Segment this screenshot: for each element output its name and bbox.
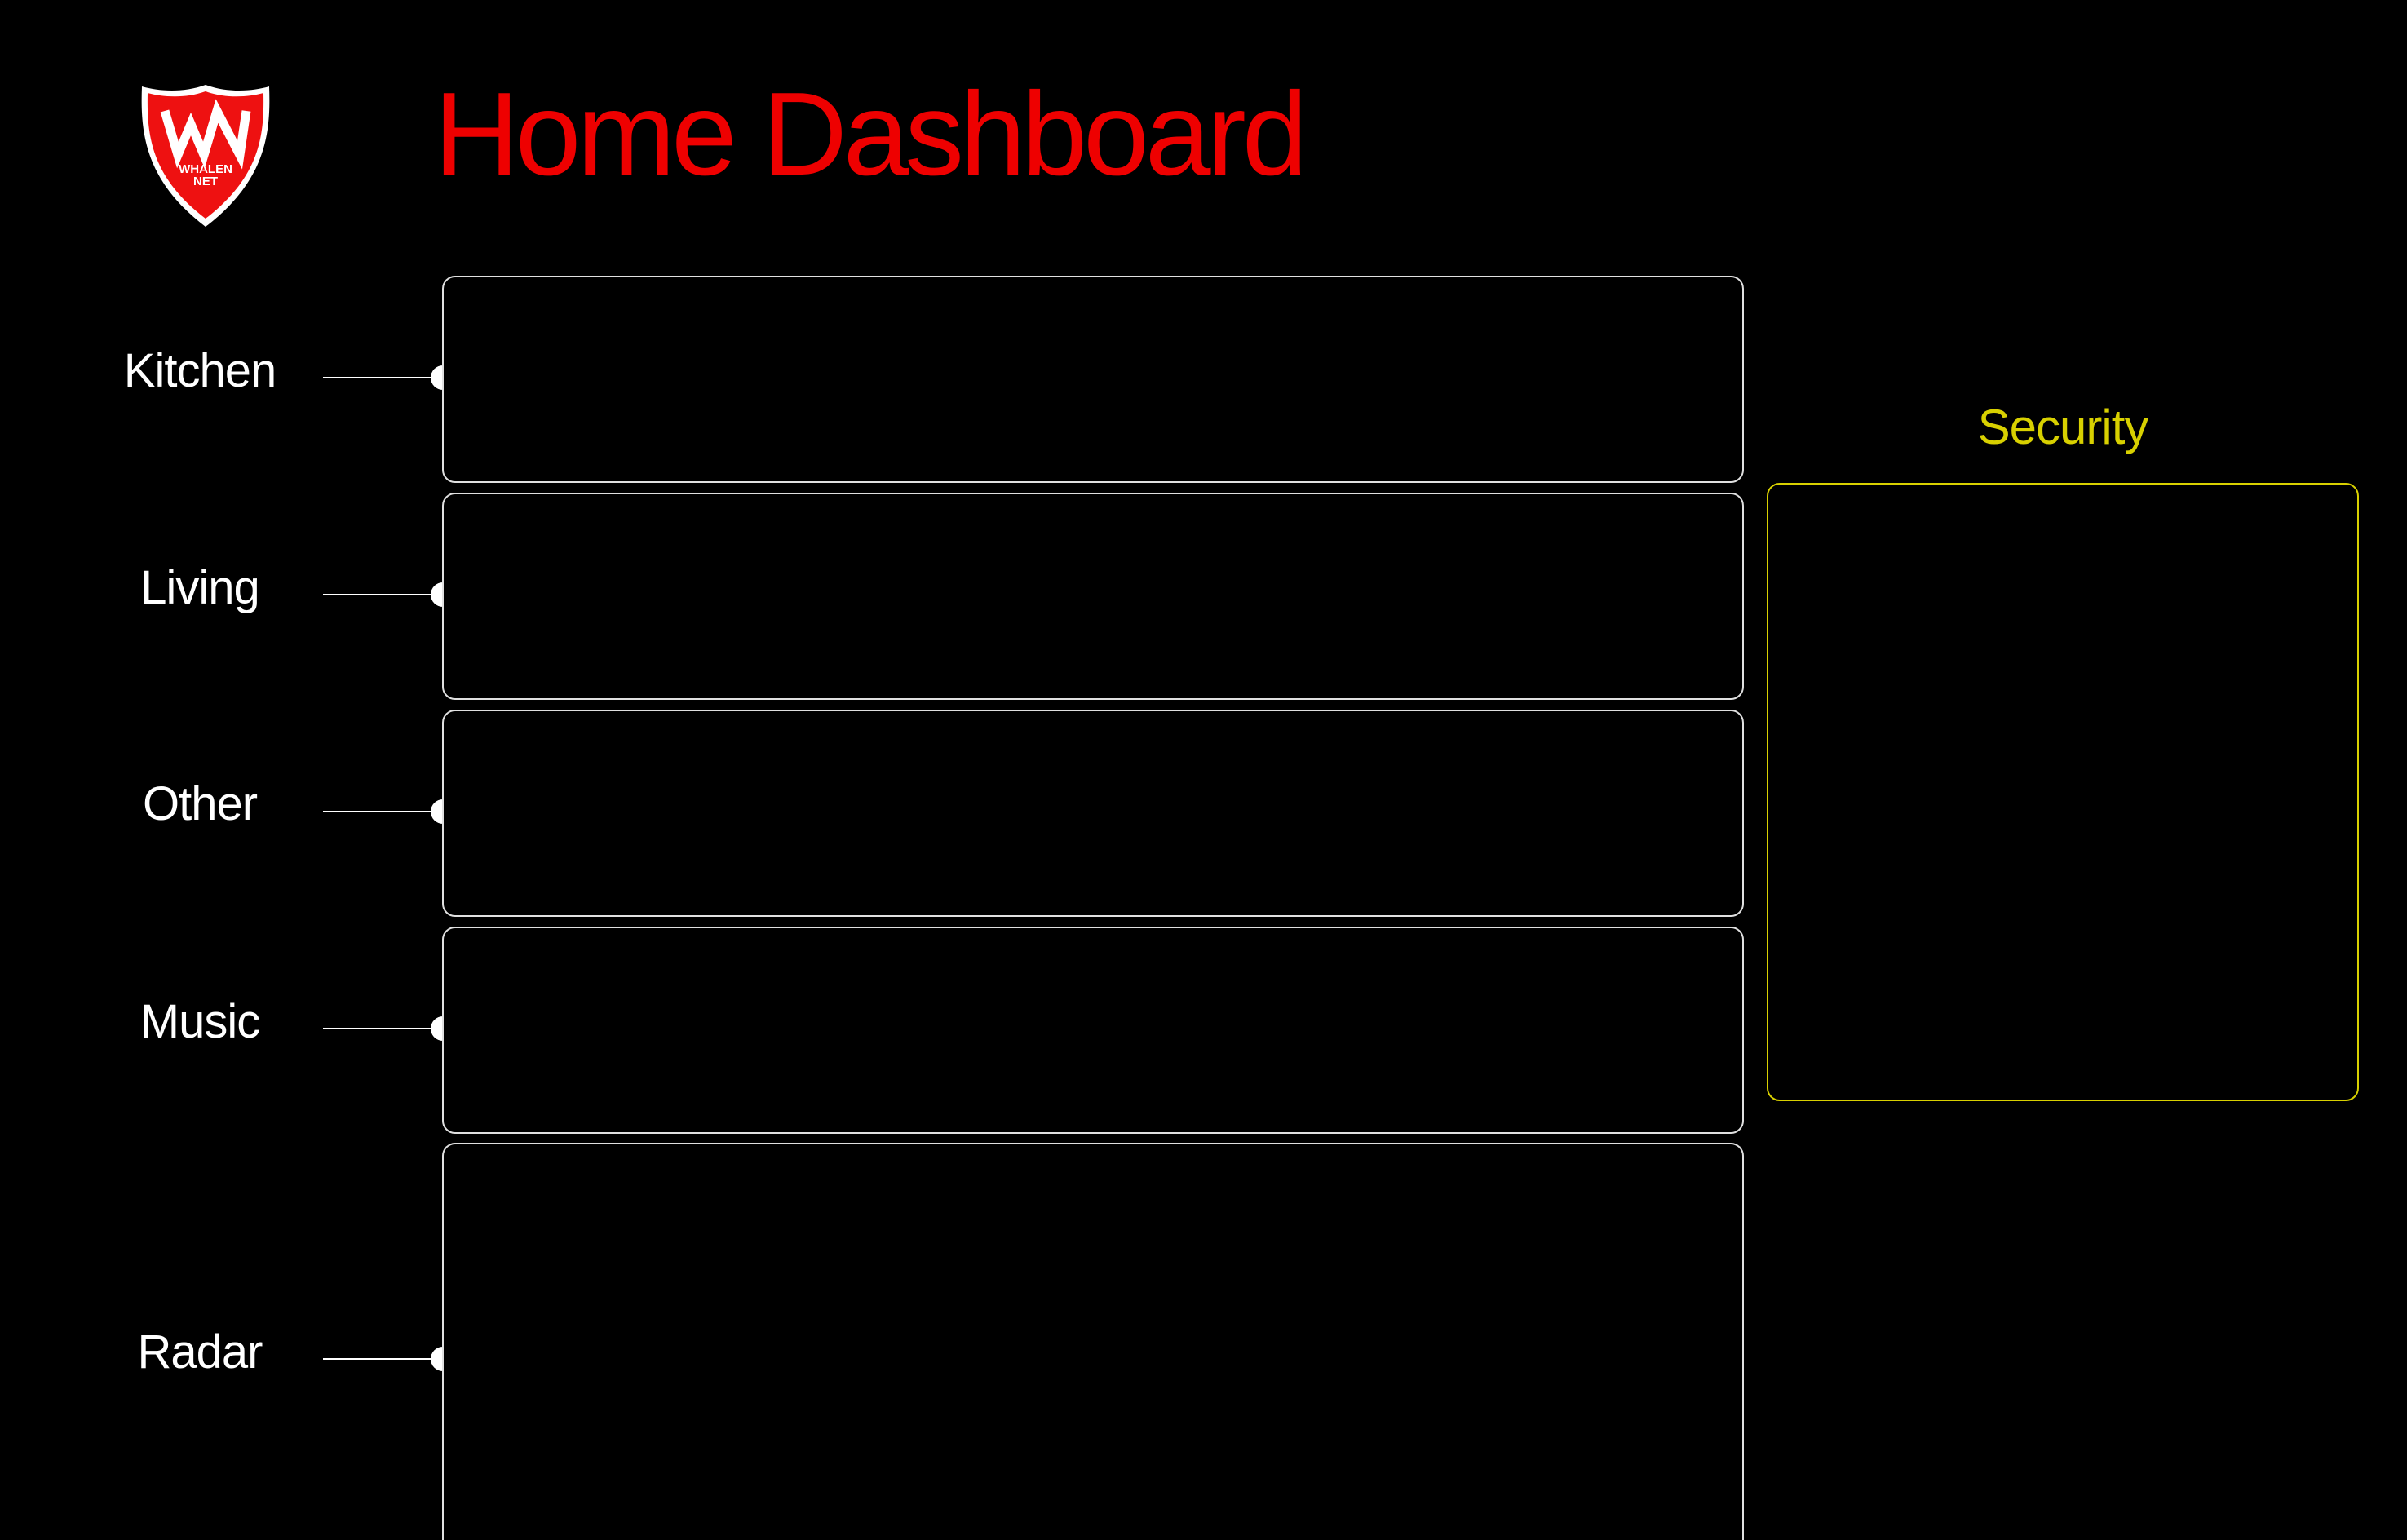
radar-panel[interactable] — [442, 1143, 1744, 1540]
living-panel[interactable] — [442, 493, 1744, 700]
whalen-net-logo: WHALEN NET — [139, 82, 272, 230]
room-label-kitchen: Kitchen — [123, 344, 277, 397]
room-label-other: Other — [142, 777, 258, 830]
music-panel[interactable] — [442, 927, 1744, 1134]
kitchen-panel[interactable] — [442, 276, 1744, 483]
room-label-radar: Radar — [137, 1325, 263, 1378]
security-panel[interactable] — [1767, 483, 2359, 1101]
page-title: Home Dashboard — [434, 68, 1307, 200]
room-label-music: Music — [139, 995, 260, 1048]
room-label-living: Living — [140, 561, 260, 614]
connector-line-radar — [323, 1358, 444, 1360]
connector-line-kitchen — [323, 377, 444, 378]
logo-text-line-2: NET — [193, 175, 218, 188]
connector-line-other — [323, 811, 444, 812]
connector-line-living — [323, 594, 444, 595]
security-title: Security — [1977, 400, 2149, 454]
connector-line-music — [323, 1028, 444, 1029]
other-panel[interactable] — [442, 710, 1744, 917]
